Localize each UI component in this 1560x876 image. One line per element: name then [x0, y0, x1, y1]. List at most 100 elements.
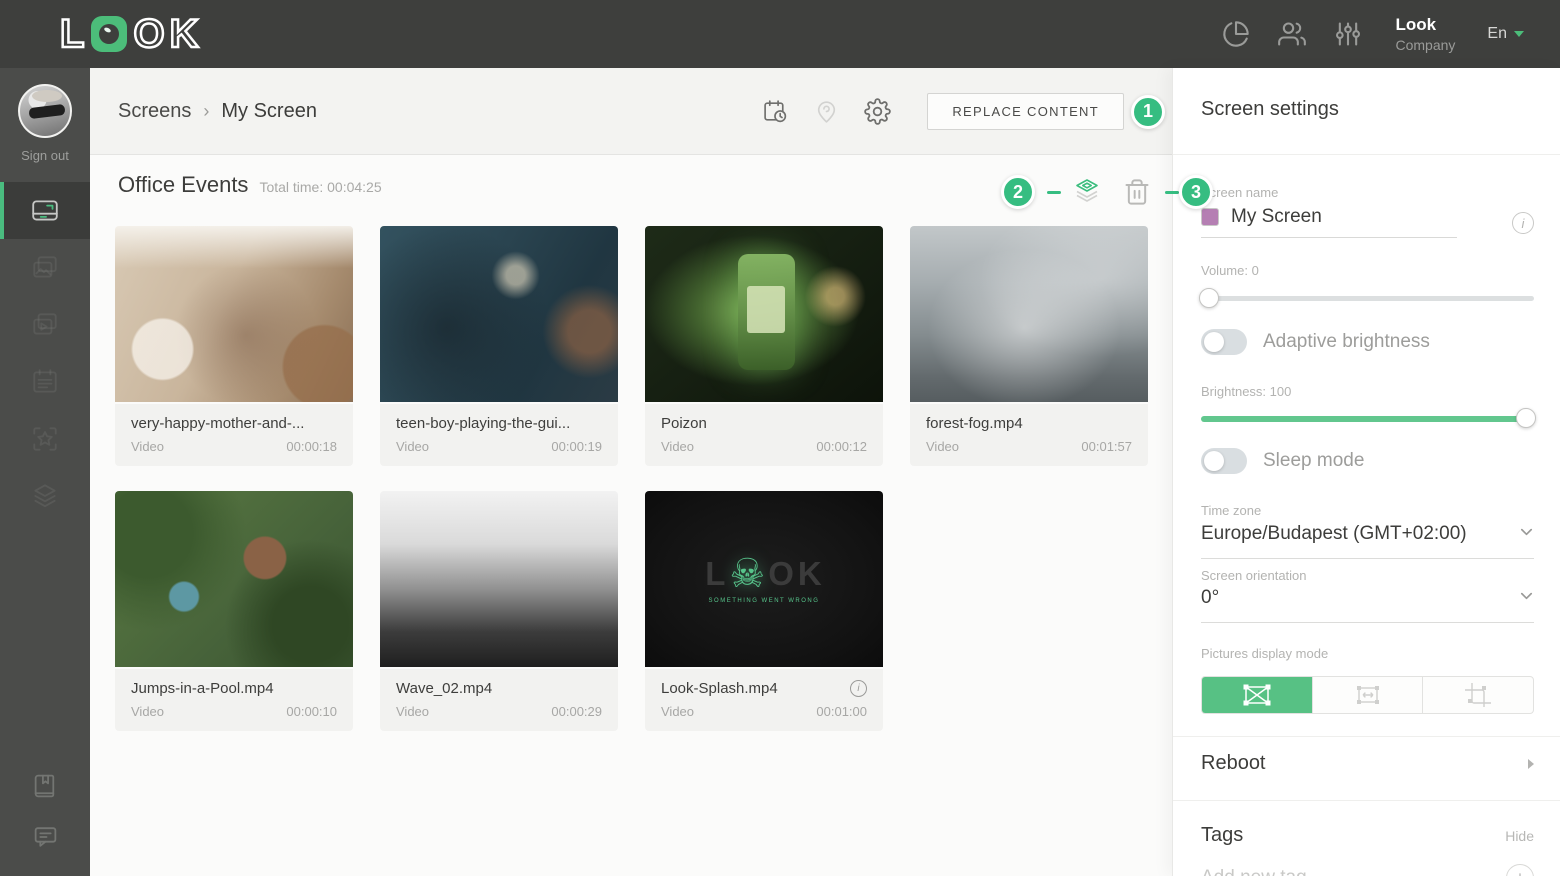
media-duration: 00:00:29 [551, 704, 602, 719]
book-icon [32, 773, 59, 800]
orientation-select[interactable]: 0° [1201, 587, 1534, 623]
media-card[interactable]: forest-fog.mp4 Video00:01:57 [910, 226, 1148, 466]
timezone-label: Time zone [1201, 503, 1261, 518]
orientation-value: 0° [1201, 587, 1219, 609]
timezone-select[interactable]: Europe/Budapest (GMT+02:00) [1201, 523, 1534, 559]
media-name: forest-fog.mp4 [926, 415, 1023, 432]
toggle-switch[interactable] [1201, 329, 1247, 355]
media-card[interactable]: L ☠ O K SOMETHING WENT WRONG Look-Splash… [645, 491, 883, 731]
trash-icon[interactable] [1123, 178, 1151, 206]
brightness-slider[interactable] [1201, 408, 1534, 428]
media-thumbnail[interactable]: L ☠ O K SOMETHING WENT WRONG [645, 491, 883, 667]
slider-knob[interactable] [1199, 288, 1219, 308]
media-card[interactable]: very-happy-mother-and-... Video00:00:18 [115, 226, 353, 466]
media-thumbnail[interactable] [645, 226, 883, 402]
breadcrumb-current: My Screen [221, 100, 317, 123]
filters-sliders-icon[interactable] [1334, 20, 1362, 48]
sleep-mode-toggle-row[interactable]: Sleep mode [1201, 448, 1364, 474]
avatar[interactable] [18, 84, 72, 138]
tags-title: Tags [1201, 824, 1243, 847]
screen-color-swatch[interactable] [1201, 208, 1219, 226]
volume-label: Volume: 0 [1201, 263, 1259, 278]
brand-logo[interactable]: L O K [60, 14, 199, 54]
schedule-icon [30, 367, 60, 397]
media-card[interactable]: Poizon Video00:00:12 [645, 226, 883, 466]
playlist-total-time: Total time: 00:04:25 [259, 179, 381, 195]
tags-hide-link[interactable]: Hide [1505, 828, 1534, 844]
sidebar-item-images[interactable] [0, 239, 90, 296]
info-icon[interactable]: i [850, 680, 867, 697]
sidebar-item-layers[interactable] [0, 467, 90, 524]
media-thumbnail[interactable] [380, 226, 618, 402]
sidebar-nav [0, 182, 90, 524]
language-selector[interactable]: En [1487, 25, 1524, 43]
sign-out-link[interactable]: Sign out [0, 148, 90, 163]
sidebar-item-guide[interactable] [0, 773, 90, 800]
breadcrumb-screens[interactable]: Screens [118, 100, 191, 123]
replace-content-button[interactable]: REPLACE CONTENT [927, 93, 1124, 130]
adaptive-brightness-toggle-row[interactable]: Adaptive brightness [1201, 329, 1430, 355]
volume-slider[interactable] [1201, 288, 1534, 308]
sidebar-item-featured[interactable] [0, 410, 90, 467]
screens-icon [30, 196, 60, 226]
media-duration: 00:00:18 [286, 439, 337, 454]
layers-icon [30, 481, 60, 511]
media-thumbnail[interactable] [380, 491, 618, 667]
sidebar: Sign out [0, 68, 90, 876]
logo-letter-l: L [60, 14, 85, 54]
panel-title: Screen settings [1201, 98, 1339, 121]
location-pin-icon[interactable] [813, 98, 840, 125]
slider-knob[interactable] [1516, 408, 1536, 428]
layers-action-icon[interactable] [1071, 176, 1103, 208]
display-mode-fit[interactable] [1313, 677, 1424, 713]
media-card[interactable]: teen-boy-playing-the-gui... Video00:00:1… [380, 226, 618, 466]
media-card[interactable]: Wave_02.mp4 Video00:00:29 [380, 491, 618, 731]
step-connector-line [1165, 191, 1179, 194]
media-type: Video [131, 704, 164, 719]
sidebar-item-support-chat[interactable] [0, 823, 90, 850]
images-icon [30, 253, 60, 283]
plus-icon[interactable]: + [1506, 864, 1534, 876]
toggle-switch[interactable] [1201, 448, 1247, 474]
chevron-right-icon [1528, 759, 1534, 769]
videos-icon [30, 310, 60, 340]
media-type: Video [396, 704, 429, 719]
add-new-tag-row[interactable]: Add new tag + [1201, 864, 1534, 876]
screen-settings-panel: Screen settings Screen name My Screen i … [1172, 68, 1560, 876]
sidebar-item-screens[interactable] [0, 182, 90, 239]
account-menu[interactable]: Look Company [1396, 15, 1456, 53]
screen-name-input[interactable]: My Screen [1201, 206, 1457, 238]
playlist-actions: 2 [1001, 175, 1179, 209]
adaptive-brightness-label: Adaptive brightness [1263, 331, 1430, 353]
media-name: teen-boy-playing-the-gui... [396, 415, 570, 432]
media-thumbnail[interactable] [910, 226, 1148, 402]
playlist-header: Office Events Total time: 00:04:25 [118, 172, 382, 198]
camera-lens-icon [91, 16, 127, 52]
splash-logo: L ☠ O K [705, 554, 823, 594]
media-type: Video [661, 439, 694, 454]
language-label: En [1487, 25, 1507, 43]
media-name: very-happy-mother-and-... [131, 415, 304, 432]
tutorial-step-badge-2: 2 [1001, 175, 1035, 209]
media-duration: 00:00:19 [551, 439, 602, 454]
divider [1173, 800, 1560, 801]
media-duration: 00:01:00 [816, 704, 867, 719]
stats-pie-chart-icon[interactable] [1222, 20, 1250, 48]
display-mode-stretch[interactable] [1202, 677, 1313, 713]
crop-icon [1463, 681, 1493, 709]
orientation-label: Screen orientation [1201, 568, 1307, 583]
reboot-row[interactable]: Reboot [1201, 752, 1534, 775]
media-thumbnail[interactable] [115, 226, 353, 402]
media-thumbnail[interactable] [115, 491, 353, 667]
media-name: Look-Splash.mp4 [661, 680, 778, 697]
info-icon[interactable]: i [1512, 212, 1534, 234]
sidebar-item-schedule[interactable] [0, 353, 90, 410]
stretch-icon [1240, 682, 1274, 708]
schedule-calendar-icon[interactable] [762, 98, 789, 125]
display-mode-crop[interactable] [1423, 677, 1533, 713]
media-card[interactable]: Jumps-in-a-Pool.mp4 Video00:00:10 [115, 491, 353, 731]
sidebar-item-videos[interactable] [0, 296, 90, 353]
gear-icon[interactable] [864, 98, 891, 125]
users-icon[interactable] [1278, 20, 1306, 48]
display-mode-segmented-control [1201, 676, 1534, 714]
